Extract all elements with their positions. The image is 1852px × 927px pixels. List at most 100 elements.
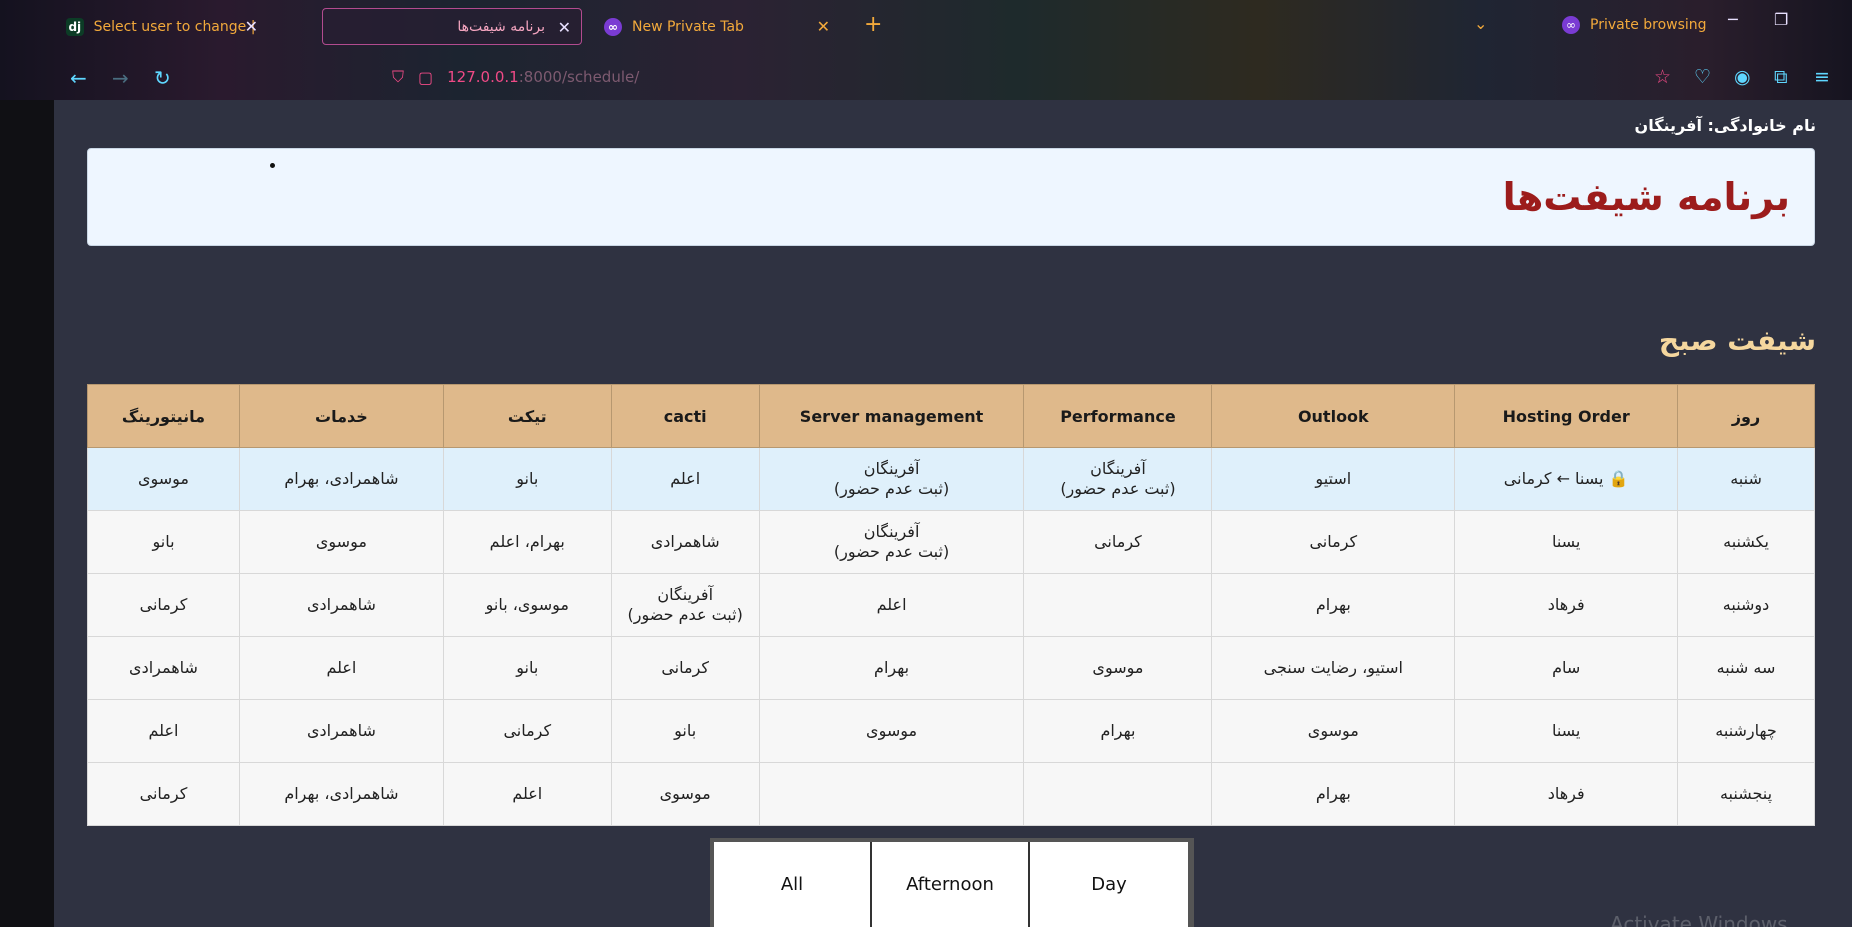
extensions-icon[interactable]: ⧉: [1774, 66, 1788, 88]
tab-bar: dj Select user to change | طبقه ها ✕ برن…: [0, 0, 1852, 52]
column-header: Hosting Order: [1454, 384, 1679, 448]
assignment-cell[interactable]: بهرام: [1211, 762, 1456, 826]
table-header-row: روز Hosting Order Outlook Performance Se…: [87, 384, 1815, 448]
assignment-cell[interactable]: [1023, 762, 1213, 826]
assignment-cell[interactable]: سام: [1454, 636, 1679, 700]
chevron-down-icon[interactable]: ⌄: [1474, 14, 1487, 33]
assignment-cell[interactable]: آفرینگان (ثبت عدم حضور): [1023, 447, 1213, 511]
assignment-cell[interactable]: آفرینگان (ثبت عدم حضور): [758, 510, 1025, 574]
assignment-cell[interactable]: کرمانی: [442, 699, 612, 763]
private-browsing-label: Private browsing: [1590, 17, 1707, 33]
restore-icon[interactable]: ❐: [1774, 10, 1788, 29]
assignment-cell[interactable]: کرمانی: [610, 636, 760, 700]
filter-day-button[interactable]: Day: [1030, 842, 1188, 927]
assignment-cell[interactable]: اعلم: [610, 447, 760, 511]
assignment-cell[interactable]: شاهمرادی: [238, 699, 444, 763]
assignment-cell[interactable]: یسنا: [1454, 699, 1679, 763]
table-row: سه شنبه سام استیو، رضایت سنجی موسوی بهرام کرم…: [87, 636, 1815, 700]
private-browsing-indicator: ∞ Private browsing: [1562, 16, 1707, 34]
assignee-name: یسنا: [1551, 721, 1581, 740]
assignment-cell[interactable]: آفرینگان (ثبت عدم حضور): [758, 447, 1025, 511]
assignment-cell[interactable]: موسوی: [758, 699, 1025, 763]
assignment-cell[interactable]: بهرام: [758, 636, 1025, 700]
assignment-cell[interactable]: موسوی: [1211, 699, 1456, 763]
assignee-name: بهرام: [1100, 721, 1136, 740]
assignment-cell[interactable]: فرهاد: [1454, 762, 1679, 826]
assignment-cell[interactable]: شاهمرادی، بهرام: [238, 447, 444, 511]
new-tab-button[interactable]: +: [864, 12, 882, 37]
absence-note: (ثبت عدم حضور): [627, 605, 743, 624]
back-arrow-icon[interactable]: ←: [70, 66, 87, 90]
tab-label: Select user to change | طبقه ها: [93, 18, 258, 35]
assignment-cell[interactable]: بهرام: [1023, 699, 1213, 763]
assignment-cell[interactable]: اعلم: [442, 762, 612, 826]
star-bookmark-icon[interactable]: ☆: [1654, 66, 1671, 88]
assignment-cell[interactable]: یسنا: [1454, 510, 1679, 574]
tab-shift-schedule[interactable]: برنامه شیفت‌ها ✕: [322, 8, 582, 45]
assignment-cell[interactable]: شاهمرادی: [87, 636, 240, 700]
url-text[interactable]: 127.0.0.1:8000/schedule/: [447, 68, 639, 86]
column-header: Server management: [758, 384, 1025, 448]
filter-all-button[interactable]: All: [714, 842, 872, 927]
assignment-cell[interactable]: شاهمرادی، بهرام: [238, 762, 444, 826]
assignment-cell[interactable]: آفرینگان (ثبت عدم حضور): [610, 573, 760, 637]
close-icon[interactable]: ✕: [245, 17, 258, 36]
close-icon[interactable]: ✕: [817, 17, 830, 36]
assignment-cell[interactable]: استیو، رضایت سنجی: [1211, 636, 1456, 700]
assignment-cell[interactable]: موسوی: [238, 510, 444, 574]
url-bar[interactable]: ⛉ ▢ 127.0.0.1:8000/schedule/: [326, 60, 1706, 94]
assignment-cell[interactable]: موسوی: [1023, 636, 1213, 700]
column-header: cacti: [610, 384, 760, 448]
assignment-cell[interactable]: اعلم: [87, 699, 240, 763]
assignment-cell[interactable]: بهرام: [1211, 573, 1456, 637]
assignment-cell[interactable]: موسوی: [610, 762, 760, 826]
assignee-name: کرمانی: [139, 595, 188, 614]
forward-arrow-icon[interactable]: →: [112, 66, 129, 90]
assignment-cell[interactable]: بانو: [610, 699, 760, 763]
assignee-name: شاهمرادی: [306, 595, 376, 614]
close-icon[interactable]: ✕: [558, 18, 571, 37]
assignee-name: کرمانی: [139, 784, 188, 803]
column-header: خدمات: [238, 384, 444, 448]
assignment-cell[interactable]: [758, 762, 1025, 826]
assignment-cell[interactable]: موسوی: [87, 447, 240, 511]
assignment-cell[interactable]: [1023, 573, 1213, 637]
minimize-icon[interactable]: ─: [1728, 10, 1738, 29]
assignment-cell[interactable]: استیو: [1211, 447, 1456, 511]
assignee-name: شاهمرادی: [306, 721, 376, 740]
assignee-name: بهرام: [874, 658, 910, 677]
assignment-cell[interactable]: کرمانی: [1211, 510, 1456, 574]
day-cell: دوشنبه: [1677, 573, 1815, 637]
table-row: یکشنبه یسنا کرمانی کرمانی آفرینگان (ثبت عدم ح…: [87, 510, 1815, 574]
assignment-cell[interactable]: شاهمرادی: [610, 510, 760, 574]
assignment-cell[interactable]: کرمانی: [1023, 510, 1213, 574]
tab-new-private[interactable]: ∞ New Private Tab ✕: [594, 8, 840, 45]
assignment-cell[interactable]: کرمانی: [87, 762, 240, 826]
assignee-name: شاهمرادی: [650, 532, 720, 551]
absence-note: (ثبت عدم حضور): [1060, 479, 1176, 498]
assignment-cell[interactable]: بهرام، اعلم: [442, 510, 612, 574]
menu-icon[interactable]: ≡: [1814, 66, 1830, 88]
assignment-cell[interactable]: شاهمرادی: [238, 573, 444, 637]
shield-icon[interactable]: ⛉: [392, 67, 404, 87]
assignee-name: شاهمرادی، بهرام: [284, 784, 399, 803]
tab-label: New Private Tab: [632, 18, 744, 35]
assignment-cell[interactable]: بانو: [442, 636, 612, 700]
assignee-name: موسوی: [137, 469, 189, 488]
assignment-cell[interactable]: موسوی، بانو: [442, 573, 612, 637]
assignment-cell[interactable]: فرهاد: [1454, 573, 1679, 637]
assignee-name: استیو، رضایت سنجی: [1263, 658, 1403, 677]
assignment-cell[interactable]: اعلم: [238, 636, 444, 700]
account-icon[interactable]: ◉: [1734, 66, 1751, 88]
assignment-cell[interactable]: اعلم: [758, 573, 1025, 637]
assignment-cell[interactable]: کرمانی: [87, 573, 240, 637]
assignment-cell[interactable]: بانو: [87, 510, 240, 574]
tab-django-admin[interactable]: dj Select user to change | طبقه ها ✕: [56, 8, 268, 45]
assignment-cell[interactable]: 🔒 یسنا ← کرمانی: [1454, 447, 1679, 511]
pocket-icon[interactable]: ♡: [1694, 66, 1711, 88]
page-info-icon[interactable]: ▢: [418, 68, 433, 87]
filter-afternoon-button[interactable]: Afternoon: [872, 842, 1030, 927]
assignment-cell[interactable]: بانو: [442, 447, 612, 511]
assignee-name: موسوی، بانو: [485, 595, 569, 614]
reload-icon[interactable]: ↻: [154, 66, 171, 90]
